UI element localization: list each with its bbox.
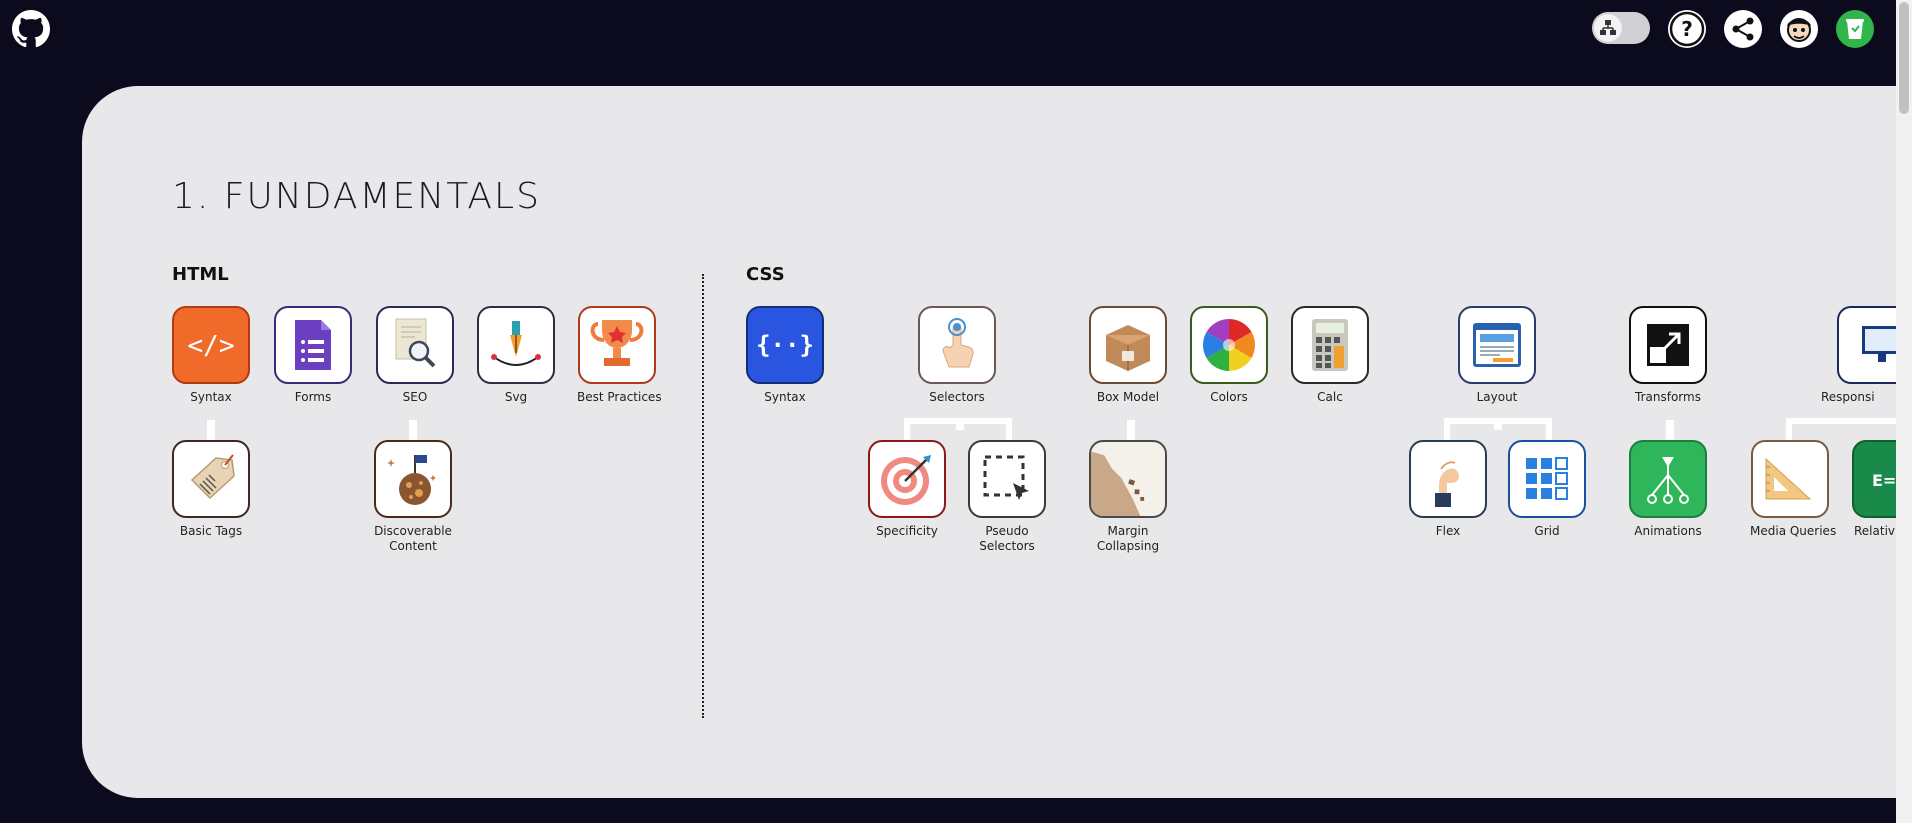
magnifier-icon [376, 306, 454, 384]
node-label: Margin Collapsing [1096, 524, 1160, 553]
animation-fork-icon [1629, 440, 1707, 518]
css-flex-node[interactable]: Flex [1408, 440, 1488, 539]
trophy-icon [578, 306, 656, 384]
view-toggle[interactable] [1592, 12, 1650, 44]
css-selectors-node[interactable]: Selectors [917, 306, 997, 405]
scrollbar[interactable] [1896, 0, 1912, 823]
css-media-queries-node[interactable]: Media Queries [1750, 440, 1837, 539]
github-icon[interactable] [12, 10, 50, 48]
cliff-icon [1089, 440, 1167, 518]
avatar-icon[interactable] [1780, 10, 1818, 48]
pen-tool-icon [477, 306, 555, 384]
resize-arrow-icon [1629, 306, 1707, 384]
node-label: Syntax [190, 390, 232, 404]
grid-icon [1508, 440, 1586, 518]
node-label: Selectors [929, 390, 985, 404]
formula-icon: E= [1852, 440, 1896, 518]
selection-cursor-icon [968, 440, 1046, 518]
html-best-practices-node[interactable]: Best Practices [577, 306, 662, 405]
node-label: Responsi [1821, 390, 1875, 404]
braces-icon: {··} [746, 306, 824, 384]
css-calc-node[interactable]: Calc [1290, 306, 1370, 405]
html-syntax-node[interactable]: </> Syntax [171, 306, 251, 405]
tree-view-icon [1594, 14, 1622, 42]
box-icon [1089, 306, 1167, 384]
css-colors-node[interactable]: Colors [1189, 306, 1269, 405]
node-label: Transforms [1635, 390, 1701, 404]
html-svg-node[interactable]: Svg [476, 306, 556, 405]
node-label: Best Practices [577, 390, 662, 404]
connector [1786, 418, 1896, 424]
html-group-title: HTML [172, 264, 229, 285]
main-panel: 1. FUNDAMENTALS HTML CSS </> Syntax Form… [82, 86, 1896, 798]
cup-icon[interactable] [1836, 10, 1874, 48]
form-icon [274, 306, 352, 384]
connector [904, 418, 1012, 424]
node-label: Specificity [876, 524, 938, 538]
node-label: Svg [504, 390, 528, 404]
planet-flag-icon [374, 440, 452, 518]
node-label: Forms [294, 390, 332, 404]
scrollbar-thumb[interactable] [1899, 2, 1909, 114]
tag-icon [172, 440, 250, 518]
node-label: Syntax [764, 390, 806, 404]
css-box-model-node[interactable]: Box Model [1088, 306, 1168, 405]
html-forms-node[interactable]: Forms [273, 306, 353, 405]
share-icon[interactable] [1724, 10, 1762, 48]
svg-text:</>: </> [188, 331, 235, 361]
css-specificity-node[interactable]: Specificity [867, 440, 947, 539]
color-wheel-icon [1190, 306, 1268, 384]
node-label: Media Queries [1750, 524, 1837, 538]
node-label: Layout [1476, 390, 1518, 404]
css-animations-node[interactable]: Animations [1628, 440, 1708, 539]
group-divider [702, 274, 704, 718]
svg-text:E=: E= [1872, 471, 1896, 490]
css-responsive-node[interactable]: Responsi [1797, 306, 1896, 405]
node-label: Relativ [1854, 524, 1896, 538]
css-transforms-node[interactable]: Transforms [1628, 306, 1708, 405]
target-icon [868, 440, 946, 518]
layout-icon [1458, 306, 1536, 384]
code-icon: </> [172, 306, 250, 384]
html-seo-node[interactable]: SEO [375, 306, 455, 405]
node-label: Box Model [1096, 390, 1160, 404]
section-title: 1. FUNDAMENTALS [172, 176, 541, 217]
calculator-icon [1291, 306, 1369, 384]
node-label: Calc [1317, 390, 1343, 404]
css-group-title: CSS [746, 264, 785, 285]
node-label: Pseudo Selectors [979, 524, 1035, 553]
svg-text:?: ? [1681, 17, 1693, 41]
node-label: Discoverable Content [374, 524, 452, 553]
html-discoverable-content-node[interactable]: Discoverable Content [373, 440, 453, 554]
css-layout-node[interactable]: Layout [1457, 306, 1537, 405]
css-pseudo-selectors-node[interactable]: Pseudo Selectors [967, 440, 1047, 554]
html-basic-tags-node[interactable]: Basic Tags [171, 440, 251, 539]
help-icon[interactable]: ? [1668, 10, 1706, 48]
css-grid-node[interactable]: Grid [1507, 440, 1587, 539]
monitor-icon [1837, 306, 1896, 384]
css-syntax-node[interactable]: {··} Syntax [745, 306, 825, 405]
flexed-arm-icon [1409, 440, 1487, 518]
node-label: Colors [1210, 390, 1248, 404]
svg-text:{··}: {··} [756, 331, 814, 359]
node-label: Basic Tags [179, 524, 243, 538]
tap-hand-icon [918, 306, 996, 384]
node-label: Animations [1634, 524, 1702, 538]
node-label: Flex [1435, 524, 1461, 538]
css-margin-collapsing-node[interactable]: Margin Collapsing [1088, 440, 1168, 554]
node-label: Grid [1534, 524, 1560, 538]
ruler-triangle-icon [1751, 440, 1829, 518]
node-label: SEO [402, 390, 428, 404]
connector [1444, 418, 1552, 424]
css-relative-node[interactable]: E= Relativ [1852, 440, 1896, 539]
